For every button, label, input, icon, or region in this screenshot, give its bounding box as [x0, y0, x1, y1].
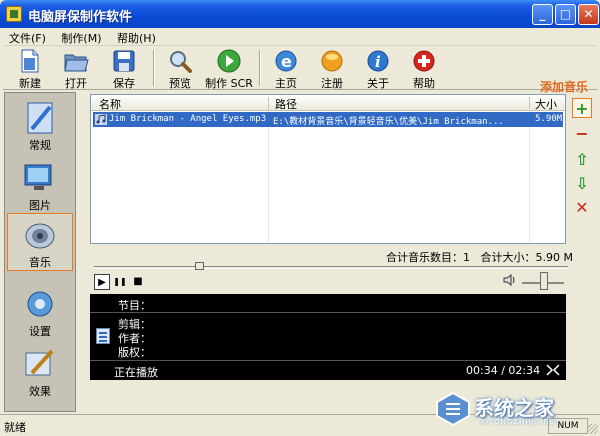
- picture-monitor-icon: [24, 164, 52, 190]
- column-path[interactable]: 路径: [275, 96, 297, 112]
- watermark: 系统之家 XITONGZHIJIA.NET: [428, 388, 598, 432]
- help-cross-icon: [413, 50, 435, 72]
- sidebar-item-general[interactable]: 常规: [7, 97, 73, 155]
- menu-help[interactable]: 帮助(H): [111, 28, 162, 48]
- minimize-button[interactable]: _: [532, 4, 553, 25]
- toolbar: 新建 打开 保存 预览 制作 SCR e 主页 注册 i 关于 帮助: [3, 46, 597, 90]
- help-button[interactable]: 帮助: [401, 48, 447, 90]
- make-scr-button[interactable]: 制作 SCR: [203, 48, 255, 90]
- status-text: 就绪: [4, 421, 26, 434]
- magnifier-icon: [170, 51, 192, 73]
- internet-explorer-icon: e: [275, 50, 297, 72]
- sidebar-item-settings[interactable]: 设置: [7, 283, 73, 341]
- music-list[interactable]: 名称 路径 大小 Jim Brickman - Angel Eyes.mp3 E…: [90, 94, 566, 244]
- volume-slider[interactable]: [540, 272, 548, 290]
- cell-size: 5.90M: [535, 114, 563, 124]
- save-button[interactable]: 保存: [101, 48, 147, 90]
- table-row[interactable]: Jim Brickman - Angel Eyes.mp3 E:\教材背景音乐\…: [93, 112, 563, 127]
- sidebar-item-effects[interactable]: 效果: [7, 343, 73, 401]
- general-icon: [27, 102, 53, 134]
- play-circle-icon: [217, 49, 241, 73]
- speaker-icon: [25, 223, 55, 249]
- column-name[interactable]: 名称: [99, 96, 121, 112]
- watermark-text: 系统之家: [474, 396, 554, 420]
- menu-file[interactable]: 文件(F): [3, 28, 52, 48]
- svg-text:e: e: [281, 52, 292, 71]
- seek-track[interactable]: [94, 266, 568, 269]
- cell-name: Jim Brickman - Angel Eyes.mp3: [109, 114, 267, 124]
- watermark-subtext: XITONGZHIJIA.NET: [480, 418, 561, 426]
- new-button[interactable]: 新建: [7, 48, 53, 90]
- volume-icon[interactable]: [503, 273, 517, 287]
- sidebar-item-pictures[interactable]: 图片: [7, 157, 73, 215]
- close-button[interactable]: ✕: [578, 4, 599, 25]
- stop-button[interactable]: ■: [130, 274, 146, 290]
- register-button[interactable]: 注册: [309, 48, 355, 90]
- floppy-disk-icon: [113, 50, 135, 72]
- move-down-button[interactable]: ⇩: [572, 174, 592, 194]
- effects-brush-icon: [25, 349, 54, 376]
- program-label: 节目：: [118, 299, 151, 312]
- category-sidebar: 常规 图片 音乐 设置 效果: [4, 92, 76, 412]
- document-icon: [96, 328, 110, 344]
- maximize-button[interactable]: □: [555, 4, 576, 25]
- remove-music-button[interactable]: −: [572, 124, 592, 144]
- playback-time: 00:34 / 02:34: [466, 364, 541, 377]
- playback-status: 正在播放: [114, 366, 158, 379]
- menu-bar: 文件(F) 制作(M) 帮助(H): [3, 28, 597, 46]
- toolbar-separator: [153, 50, 155, 86]
- total-size: 合计大小：5.90 M: [480, 251, 573, 264]
- add-music-button[interactable]: +: [572, 98, 592, 118]
- watermark-logo-icon: [436, 391, 470, 427]
- cell-path: E:\教材背景音乐\背景轻音乐\优美\Jim Brickman...: [273, 117, 504, 127]
- seek-thumb[interactable]: [195, 262, 204, 270]
- svg-text:i: i: [375, 53, 381, 71]
- totals: 合计音乐数目：1 合计大小：5.90 M: [386, 249, 573, 265]
- mode-icon[interactable]: [546, 363, 560, 377]
- folder-open-icon: [64, 54, 89, 72]
- info-icon: i: [367, 50, 389, 72]
- copyright-label: 版权：: [118, 346, 151, 359]
- homepage-button[interactable]: e 主页: [263, 48, 309, 90]
- register-orb-icon: [321, 50, 343, 72]
- column-size[interactable]: 大小: [535, 96, 557, 112]
- play-button[interactable]: ▶: [94, 274, 110, 290]
- window-title: 电脑屏保制作软件: [28, 10, 133, 25]
- menu-make[interactable]: 制作(M): [55, 28, 107, 48]
- toolbar-separator: [259, 50, 261, 86]
- pause-button[interactable]: ❚❚: [112, 274, 128, 290]
- new-file-icon: [21, 49, 39, 73]
- sidebar-item-music[interactable]: 音乐: [7, 213, 73, 271]
- about-button[interactable]: i 关于: [355, 48, 401, 90]
- open-button[interactable]: 打开: [53, 48, 99, 90]
- settings-gear-icon: [27, 291, 53, 317]
- music-file-icon: [95, 114, 107, 125]
- move-up-button[interactable]: ⇧: [572, 150, 592, 170]
- total-count: 合计音乐数目：1: [386, 251, 470, 264]
- title-bar[interactable]: 电脑屏保制作软件 _ □ ✕: [0, 0, 600, 28]
- preview-button[interactable]: 预览: [157, 48, 203, 90]
- track-info-panel: 节目： 剪辑： 作者： 版权： 正在播放 00:34 / 02:34: [90, 294, 566, 380]
- add-music-annotation: 添加音乐: [540, 80, 589, 94]
- list-header: 名称 路径 大小: [91, 95, 565, 111]
- app-icon: [6, 6, 22, 22]
- delete-music-button[interactable]: ✕: [572, 198, 592, 218]
